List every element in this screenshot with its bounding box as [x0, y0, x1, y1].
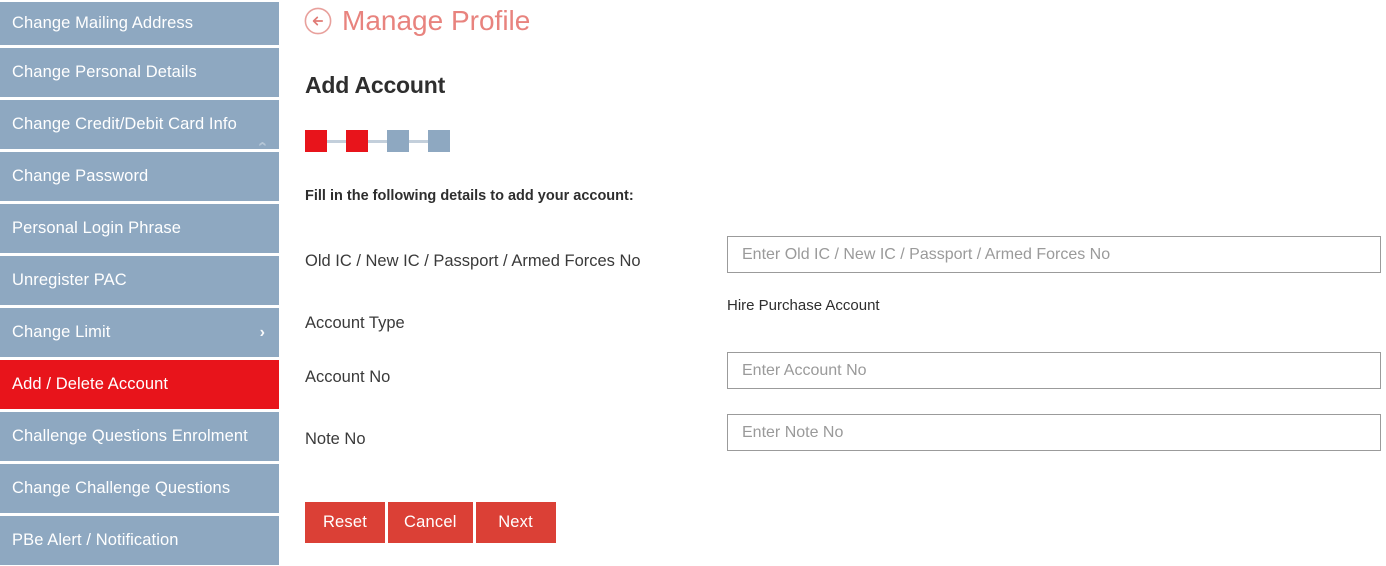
- sidebar-item-label: Change Limit: [12, 323, 111, 341]
- sidebar-item-label: Challenge Questions Enrolment: [12, 427, 248, 445]
- cancel-button[interactable]: Cancel: [388, 502, 473, 543]
- sidebar-item-challenge-questions-enrolment[interactable]: Challenge Questions Enrolment: [0, 412, 279, 461]
- stepper-step-3: [387, 130, 409, 152]
- chevron-right-icon: ›: [259, 323, 265, 341]
- breadcrumb-manage-profile[interactable]: Manage Profile: [303, 6, 530, 36]
- circle-arrow-left-icon[interactable]: [303, 6, 333, 36]
- sidebar-item-change-limit[interactable]: Change Limit ›: [0, 308, 279, 357]
- reset-button[interactable]: Reset: [305, 502, 385, 543]
- stepper-step-4: [428, 130, 450, 152]
- main-content: Manage Profile Add Account Fill in the f…: [279, 0, 1386, 566]
- form-action-buttons: Reset Cancel Next: [305, 502, 556, 543]
- stepper-connector: [409, 139, 428, 143]
- account-type-value: Hire Purchase Account: [727, 297, 880, 314]
- sidebar-item-change-password[interactable]: Change Password: [0, 152, 279, 201]
- sidebar-item-unregister-pac[interactable]: Unregister PAC: [0, 256, 279, 305]
- stepper-step-1: [305, 130, 327, 152]
- sidebar-item-label: Change Challenge Questions: [12, 479, 231, 497]
- stepper-step-2: [346, 130, 368, 152]
- label-account-no: Account No: [305, 368, 391, 386]
- chevron-right-icon: ›: [253, 141, 271, 147]
- sidebar-item-label: Add / Delete Account: [12, 375, 169, 393]
- sidebar-item-change-mailing-address[interactable]: Change Mailing Address: [0, 2, 279, 45]
- account-no-input[interactable]: [727, 352, 1381, 389]
- sidebar-nav: Change Mailing Address Change Personal De…: [0, 0, 279, 566]
- label-note-no: Note No: [305, 430, 366, 448]
- next-button[interactable]: Next: [475, 502, 556, 543]
- sidebar-item-change-challenge-questions[interactable]: Change Challenge Questions: [0, 464, 279, 513]
- sidebar-item-label: Unregister PAC: [12, 271, 127, 289]
- sidebar-item-label: PBe Alert / Notification: [12, 531, 179, 549]
- sidebar-item-personal-login-phrase[interactable]: Personal Login Phrase: [0, 204, 279, 253]
- breadcrumb-label: Manage Profile: [342, 5, 531, 36]
- stepper-connector: [368, 139, 387, 143]
- sidebar-item-label: Change Personal Details: [12, 63, 197, 81]
- label-old-ic: Old IC / New IC / Passport / Armed Force…: [305, 252, 641, 270]
- stepper-connector: [327, 139, 346, 143]
- sidebar-item-pbe-alert-notification[interactable]: PBe Alert / Notification: [0, 516, 279, 565]
- old-ic-input[interactable]: [727, 236, 1381, 273]
- sidebar-item-label: Change Password: [12, 167, 149, 185]
- sidebar-item-label: Personal Login Phrase: [12, 219, 182, 237]
- sidebar-item-label: Change Credit/Debit Card Info: [12, 115, 237, 133]
- sidebar-item-change-credit-debit-card-info[interactable]: Change Credit/Debit Card Info ›: [0, 100, 279, 149]
- page-title: Add Account: [305, 72, 446, 99]
- sidebar-item-change-personal-details[interactable]: Change Personal Details: [0, 48, 279, 97]
- progress-stepper: [305, 130, 450, 152]
- sidebar-item-add-delete-account[interactable]: Add / Delete Account: [0, 360, 279, 409]
- form-instruction: Fill in the following details to add you…: [305, 188, 634, 204]
- note-no-input[interactable]: [727, 414, 1381, 451]
- label-account-type: Account Type: [305, 314, 405, 332]
- sidebar-item-label: Change Mailing Address: [12, 14, 194, 32]
